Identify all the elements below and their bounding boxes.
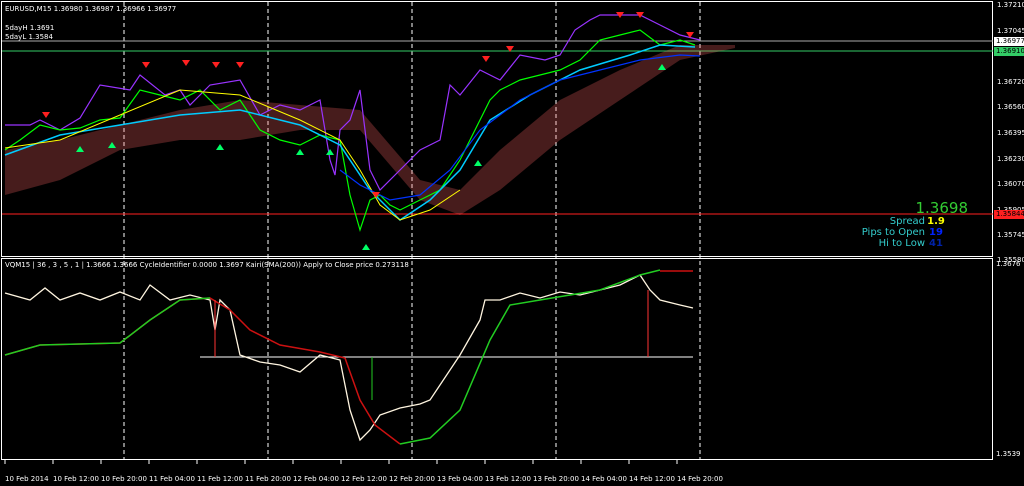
cycle-line-up-1 xyxy=(4,297,211,356)
pips-row: Pips to Open 19 xyxy=(862,227,947,238)
indicator-axis-bottom: 1.3539 xyxy=(996,450,1021,458)
spread-row: Spread 1.9 xyxy=(890,216,947,227)
time-tick: 10 Feb 2014 xyxy=(5,475,49,483)
pips-to-open-label: Pips to Open xyxy=(861,227,925,238)
hilo-row: Hi to Low 41 xyxy=(879,238,947,249)
price-tick: 1.36560 xyxy=(997,103,1024,111)
kairi-spikes xyxy=(214,290,649,357)
day-low-text: 5dayL 1.3584 xyxy=(5,33,53,41)
time-tick: 14 Feb 20:00 xyxy=(677,475,723,483)
time-tick: 11 Feb 20:00 xyxy=(245,475,291,483)
indicator-pane-border xyxy=(1,258,993,460)
symbol-header: EURUSD,M15 1.36980 1.36987 1.36966 1.369… xyxy=(5,5,177,13)
time-tick: 10 Feb 20:00 xyxy=(101,475,147,483)
indicator-axis-top: 1.3676 xyxy=(996,260,1021,268)
time-ticks xyxy=(4,460,678,464)
time-tick: 12 Feb 20:00 xyxy=(389,475,435,483)
day-separators xyxy=(123,2,701,460)
price-tick: 1.37045 xyxy=(997,27,1024,35)
cycle-line-down xyxy=(4,297,401,445)
time-tick: 14 Feb 12:00 xyxy=(629,475,675,483)
time-tick: 14 Feb 04:00 xyxy=(581,475,627,483)
spread-label: Spread xyxy=(889,216,925,227)
hi-to-low-label: Hi to Low xyxy=(878,238,925,249)
price-tick: 1.36395 xyxy=(997,129,1024,137)
price-tick: 1.36070 xyxy=(997,180,1024,188)
indicator-header: VQM15 | 36 , 3 , 5 , 1 | 1.3666 1.3666 C… xyxy=(5,261,409,269)
price-tick: 1.36230 xyxy=(997,155,1024,163)
time-tick: 13 Feb 12:00 xyxy=(485,475,531,483)
time-tick: 13 Feb 04:00 xyxy=(437,475,483,483)
price-tick: 1.35745 xyxy=(997,231,1024,239)
bid-price-label: 1.36977 xyxy=(994,37,1024,46)
time-tick: 10 Feb 12:00 xyxy=(53,475,99,483)
spread-value: 1.9 xyxy=(927,216,945,227)
red-line-label: 1.35844 xyxy=(994,210,1024,219)
pips-to-open-value: 19 xyxy=(929,227,943,238)
time-tick: 13 Feb 20:00 xyxy=(533,475,579,483)
time-tick: 11 Feb 12:00 xyxy=(197,475,243,483)
price-tick: 1.37210 xyxy=(997,1,1024,9)
time-tick: 12 Feb 04:00 xyxy=(293,475,339,483)
time-tick: 12 Feb 12:00 xyxy=(341,475,387,483)
time-tick: 11 Feb 04:00 xyxy=(149,475,195,483)
current-price: 1.3698 xyxy=(915,199,969,217)
chart-canvas[interactable] xyxy=(0,0,1024,486)
day-high-text: 5dayH 1.3691 xyxy=(5,24,55,32)
price-tick: 1.36720 xyxy=(997,78,1024,86)
hi-to-low-value: 41 xyxy=(929,238,943,249)
green-line-label: 1.36910 xyxy=(994,47,1024,56)
